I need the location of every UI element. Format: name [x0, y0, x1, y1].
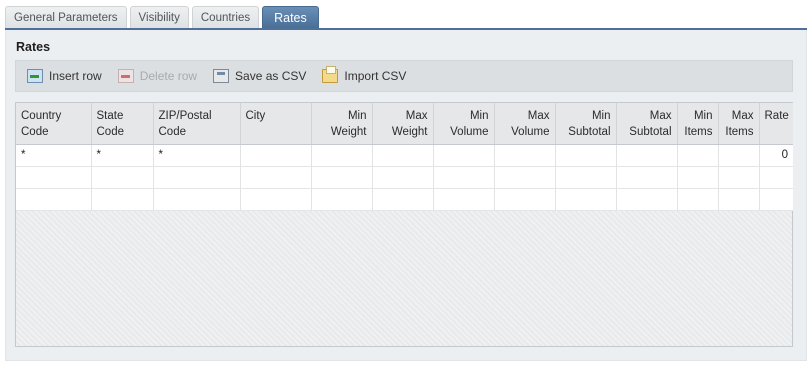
table-cell[interactable]: [311, 144, 373, 167]
column-header[interactable]: Min Weight: [311, 103, 373, 145]
table-cell[interactable]: *: [91, 144, 154, 167]
import-csv-icon: [322, 66, 339, 83]
table-cell[interactable]: [240, 188, 312, 211]
table-cell[interactable]: *: [16, 144, 92, 167]
table-cell[interactable]: *: [153, 144, 241, 167]
save-csv-icon: [213, 69, 230, 83]
save-csv-button[interactable]: Save as CSV: [213, 69, 306, 83]
insert-row-button[interactable]: Insert row: [27, 69, 102, 83]
column-header[interactable]: Max Items: [718, 103, 760, 145]
column-header[interactable]: Rate: [759, 103, 793, 145]
tab-visibility[interactable]: Visibility: [129, 6, 189, 28]
column-header[interactable]: State Code: [91, 103, 154, 145]
table-cell[interactable]: 0: [759, 144, 793, 167]
table-cell[interactable]: [759, 188, 793, 211]
table-cell[interactable]: [240, 144, 312, 167]
table-cell[interactable]: [16, 188, 92, 211]
column-header[interactable]: Min Volume: [433, 103, 495, 145]
table-cell[interactable]: [372, 144, 434, 167]
save-csv-label: Save as CSV: [235, 69, 307, 83]
column-header[interactable]: Max Subtotal: [616, 103, 678, 145]
table-cell[interactable]: [718, 188, 760, 211]
table-cell[interactable]: [311, 188, 373, 211]
column-header[interactable]: ZIP/Postal Code: [153, 103, 241, 145]
table-cell[interactable]: [16, 166, 92, 189]
column-header[interactable]: Min Subtotal: [555, 103, 617, 145]
table-cell[interactable]: [677, 144, 719, 167]
column-header[interactable]: City: [240, 103, 312, 145]
table-cell[interactable]: [718, 144, 760, 167]
delete-row-button[interactable]: Delete row: [117, 69, 198, 83]
table-row[interactable]: * * * 0: [16, 144, 793, 167]
table-header-row: Country Code State Code ZIP/Postal Code Cit…: [16, 103, 793, 145]
table-cell[interactable]: [433, 144, 495, 167]
table-cell[interactable]: [759, 166, 793, 189]
import-csv-label: Import CSV: [344, 69, 407, 83]
tab-rates[interactable]: Rates: [262, 6, 319, 28]
table-cell[interactable]: [555, 166, 617, 189]
rates-grid: Country Code State Code ZIP/Postal Code Cit…: [15, 102, 793, 347]
column-header[interactable]: Max Weight: [372, 103, 434, 145]
insert-row-icon: [27, 69, 43, 83]
table-cell[interactable]: [372, 166, 434, 189]
tab-countries[interactable]: Countries: [191, 6, 260, 28]
column-header[interactable]: Max Volume: [494, 103, 556, 145]
tab-bar: General Parameters Visibility Countries …: [5, 6, 322, 28]
toolbar: Insert row Delete row Save as CSV Import…: [15, 60, 793, 92]
table-cell[interactable]: [555, 144, 617, 167]
table-cell[interactable]: [153, 166, 241, 189]
table-cell[interactable]: [494, 144, 556, 167]
table-cell[interactable]: [718, 166, 760, 189]
table-cell[interactable]: [677, 188, 719, 211]
table-cell[interactable]: [494, 166, 556, 189]
table-cell[interactable]: [91, 166, 154, 189]
column-header[interactable]: Min Items: [677, 103, 719, 145]
table-cell[interactable]: [153, 188, 241, 211]
table-cell[interactable]: [433, 188, 495, 211]
table-row[interactable]: [16, 188, 793, 211]
table-cell[interactable]: [311, 166, 373, 189]
delete-row-icon: [117, 69, 134, 83]
rates-panel: Rates Insert row Delete row Save as CSV …: [5, 30, 807, 361]
table-cell[interactable]: [616, 188, 678, 211]
tab-general-parameters[interactable]: General Parameters: [5, 6, 127, 28]
table-cell[interactable]: [372, 188, 434, 211]
insert-row-label: Insert row: [49, 69, 102, 83]
table-cell[interactable]: [494, 188, 556, 211]
delete-row-label: Delete row: [139, 69, 198, 83]
table-cell[interactable]: [677, 166, 719, 189]
table-cell[interactable]: [433, 166, 495, 189]
table-cell[interactable]: [616, 166, 678, 189]
table-cell[interactable]: [240, 166, 312, 189]
panel-title: Rates: [16, 40, 51, 54]
column-header[interactable]: Country Code: [16, 103, 92, 145]
table-cell[interactable]: [555, 188, 617, 211]
table-cell[interactable]: [91, 188, 154, 211]
table-row[interactable]: [16, 166, 793, 189]
rates-table: Country Code State Code ZIP/Postal Code Cit…: [16, 103, 793, 211]
import-csv-button[interactable]: Import CSV: [322, 66, 407, 83]
table-cell[interactable]: [616, 144, 678, 167]
